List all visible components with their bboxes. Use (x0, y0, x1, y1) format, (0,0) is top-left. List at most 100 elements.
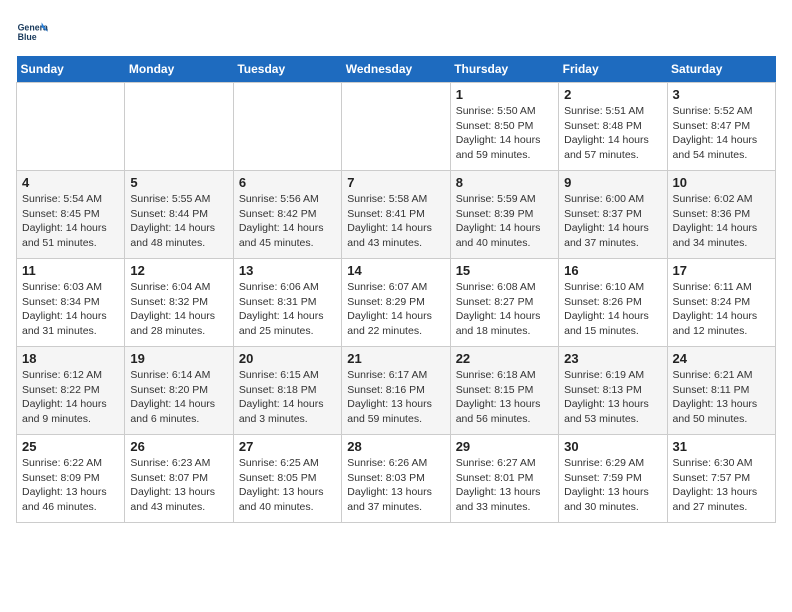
day-number: 23 (564, 351, 661, 366)
calendar-table: SundayMondayTuesdayWednesdayThursdayFrid… (16, 56, 776, 523)
day-cell: 5 Sunrise: 5:55 AM Sunset: 8:44 PM Daylig… (125, 171, 233, 259)
day-info: Sunrise: 6:14 AM Sunset: 8:20 PM Dayligh… (130, 368, 227, 427)
day-cell: 30 Sunrise: 6:29 AM Sunset: 7:59 PM Dayli… (559, 435, 667, 523)
week-row-5: 25 Sunrise: 6:22 AM Sunset: 8:09 PM Dayli… (17, 435, 776, 523)
day-number: 16 (564, 263, 661, 278)
day-info: Sunrise: 5:56 AM Sunset: 8:42 PM Dayligh… (239, 192, 336, 251)
day-info: Sunrise: 5:54 AM Sunset: 8:45 PM Dayligh… (22, 192, 119, 251)
day-info: Sunrise: 6:12 AM Sunset: 8:22 PM Dayligh… (22, 368, 119, 427)
day-info: Sunrise: 6:02 AM Sunset: 8:36 PM Dayligh… (673, 192, 770, 251)
day-info: Sunrise: 6:18 AM Sunset: 8:15 PM Dayligh… (456, 368, 553, 427)
weekday-header-row: SundayMondayTuesdayWednesdayThursdayFrid… (17, 56, 776, 83)
day-info: Sunrise: 6:15 AM Sunset: 8:18 PM Dayligh… (239, 368, 336, 427)
day-number: 25 (22, 439, 119, 454)
weekday-monday: Monday (125, 56, 233, 83)
day-info: Sunrise: 6:19 AM Sunset: 8:13 PM Dayligh… (564, 368, 661, 427)
day-cell: 31 Sunrise: 6:30 AM Sunset: 7:57 PM Dayli… (667, 435, 775, 523)
week-row-2: 4 Sunrise: 5:54 AM Sunset: 8:45 PM Daylig… (17, 171, 776, 259)
svg-text:Blue: Blue (18, 32, 37, 42)
day-number: 27 (239, 439, 336, 454)
logo-icon: General Blue (16, 16, 48, 48)
day-number: 12 (130, 263, 227, 278)
day-number: 26 (130, 439, 227, 454)
day-info: Sunrise: 6:04 AM Sunset: 8:32 PM Dayligh… (130, 280, 227, 339)
day-info: Sunrise: 5:58 AM Sunset: 8:41 PM Dayligh… (347, 192, 444, 251)
day-info: Sunrise: 6:26 AM Sunset: 8:03 PM Dayligh… (347, 456, 444, 515)
day-number: 29 (456, 439, 553, 454)
day-number: 10 (673, 175, 770, 190)
day-info: Sunrise: 5:55 AM Sunset: 8:44 PM Dayligh… (130, 192, 227, 251)
day-cell: 3 Sunrise: 5:52 AM Sunset: 8:47 PM Daylig… (667, 83, 775, 171)
day-cell: 8 Sunrise: 5:59 AM Sunset: 8:39 PM Daylig… (450, 171, 558, 259)
day-info: Sunrise: 6:25 AM Sunset: 8:05 PM Dayligh… (239, 456, 336, 515)
day-cell (342, 83, 450, 171)
day-cell: 2 Sunrise: 5:51 AM Sunset: 8:48 PM Daylig… (559, 83, 667, 171)
day-number: 2 (564, 87, 661, 102)
weekday-wednesday: Wednesday (342, 56, 450, 83)
day-number: 24 (673, 351, 770, 366)
day-number: 11 (22, 263, 119, 278)
day-number: 7 (347, 175, 444, 190)
day-cell: 19 Sunrise: 6:14 AM Sunset: 8:20 PM Dayli… (125, 347, 233, 435)
day-info: Sunrise: 5:59 AM Sunset: 8:39 PM Dayligh… (456, 192, 553, 251)
weekday-saturday: Saturday (667, 56, 775, 83)
day-cell: 15Sunrise: 6:08 AM Sunset: 8:27 PM Dayli… (450, 259, 558, 347)
day-cell: 18 Sunrise: 6:12 AM Sunset: 8:22 PM Dayli… (17, 347, 125, 435)
day-number: 30 (564, 439, 661, 454)
day-number: 1 (456, 87, 553, 102)
day-number: 19 (130, 351, 227, 366)
day-cell (233, 83, 341, 171)
day-number: 3 (673, 87, 770, 102)
day-number: 13 (239, 263, 336, 278)
day-info: Sunrise: 6:22 AM Sunset: 8:09 PM Dayligh… (22, 456, 119, 515)
day-cell: 21Sunrise: 6:17 AM Sunset: 8:16 PM Dayli… (342, 347, 450, 435)
day-info: Sunrise: 6:03 AM Sunset: 8:34 PM Dayligh… (22, 280, 119, 339)
day-info: Sunrise: 5:50 AM Sunset: 8:50 PM Dayligh… (456, 104, 553, 163)
day-number: 31 (673, 439, 770, 454)
day-number: 17 (673, 263, 770, 278)
day-number: 14 (347, 263, 444, 278)
day-cell: 23 Sunrise: 6:19 AM Sunset: 8:13 PM Dayli… (559, 347, 667, 435)
day-number: 28 (347, 439, 444, 454)
day-cell: 22 Sunrise: 6:18 AM Sunset: 8:15 PM Dayli… (450, 347, 558, 435)
day-number: 22 (456, 351, 553, 366)
day-cell: 29 Sunrise: 6:27 AM Sunset: 8:01 PM Dayli… (450, 435, 558, 523)
day-cell: 13 Sunrise: 6:06 AM Sunset: 8:31 PM Dayli… (233, 259, 341, 347)
day-cell: 9Sunrise: 6:00 AM Sunset: 8:37 PM Daylig… (559, 171, 667, 259)
day-cell: 4 Sunrise: 5:54 AM Sunset: 8:45 PM Daylig… (17, 171, 125, 259)
day-info: Sunrise: 6:11 AM Sunset: 8:24 PM Dayligh… (673, 280, 770, 339)
day-info: Sunrise: 6:30 AM Sunset: 7:57 PM Dayligh… (673, 456, 770, 515)
day-number: 8 (456, 175, 553, 190)
day-number: 4 (22, 175, 119, 190)
day-cell: 25 Sunrise: 6:22 AM Sunset: 8:09 PM Dayli… (17, 435, 125, 523)
day-info: Sunrise: 6:10 AM Sunset: 8:26 PM Dayligh… (564, 280, 661, 339)
day-info: Sunrise: 6:21 AM Sunset: 8:11 PM Dayligh… (673, 368, 770, 427)
day-number: 5 (130, 175, 227, 190)
day-number: 18 (22, 351, 119, 366)
day-cell: 14Sunrise: 6:07 AM Sunset: 8:29 PM Dayli… (342, 259, 450, 347)
week-row-3: 11 Sunrise: 6:03 AM Sunset: 8:34 PM Dayli… (17, 259, 776, 347)
day-info: Sunrise: 5:51 AM Sunset: 8:48 PM Dayligh… (564, 104, 661, 163)
day-number: 6 (239, 175, 336, 190)
weekday-friday: Friday (559, 56, 667, 83)
day-info: Sunrise: 5:52 AM Sunset: 8:47 PM Dayligh… (673, 104, 770, 163)
day-info: Sunrise: 6:06 AM Sunset: 8:31 PM Dayligh… (239, 280, 336, 339)
day-cell: 27 Sunrise: 6:25 AM Sunset: 8:05 PM Dayli… (233, 435, 341, 523)
day-cell: 6 Sunrise: 5:56 AM Sunset: 8:42 PM Daylig… (233, 171, 341, 259)
day-cell: 1 Sunrise: 5:50 AM Sunset: 8:50 PM Daylig… (450, 83, 558, 171)
day-cell: 7 Sunrise: 5:58 AM Sunset: 8:41 PM Daylig… (342, 171, 450, 259)
day-cell (125, 83, 233, 171)
day-cell: 26 Sunrise: 6:23 AM Sunset: 8:07 PM Dayli… (125, 435, 233, 523)
day-cell: 16 Sunrise: 6:10 AM Sunset: 8:26 PM Dayli… (559, 259, 667, 347)
day-info: Sunrise: 6:29 AM Sunset: 7:59 PM Dayligh… (564, 456, 661, 515)
weekday-sunday: Sunday (17, 56, 125, 83)
day-info: Sunrise: 6:23 AM Sunset: 8:07 PM Dayligh… (130, 456, 227, 515)
day-cell: 24 Sunrise: 6:21 AM Sunset: 8:11 PM Dayli… (667, 347, 775, 435)
day-cell (17, 83, 125, 171)
day-cell: 17 Sunrise: 6:11 AM Sunset: 8:24 PM Dayli… (667, 259, 775, 347)
day-info: Sunrise: 6:27 AM Sunset: 8:01 PM Dayligh… (456, 456, 553, 515)
weekday-tuesday: Tuesday (233, 56, 341, 83)
day-cell: 20Sunrise: 6:15 AM Sunset: 8:18 PM Dayli… (233, 347, 341, 435)
week-row-4: 18 Sunrise: 6:12 AM Sunset: 8:22 PM Dayli… (17, 347, 776, 435)
day-number: 9 (564, 175, 661, 190)
